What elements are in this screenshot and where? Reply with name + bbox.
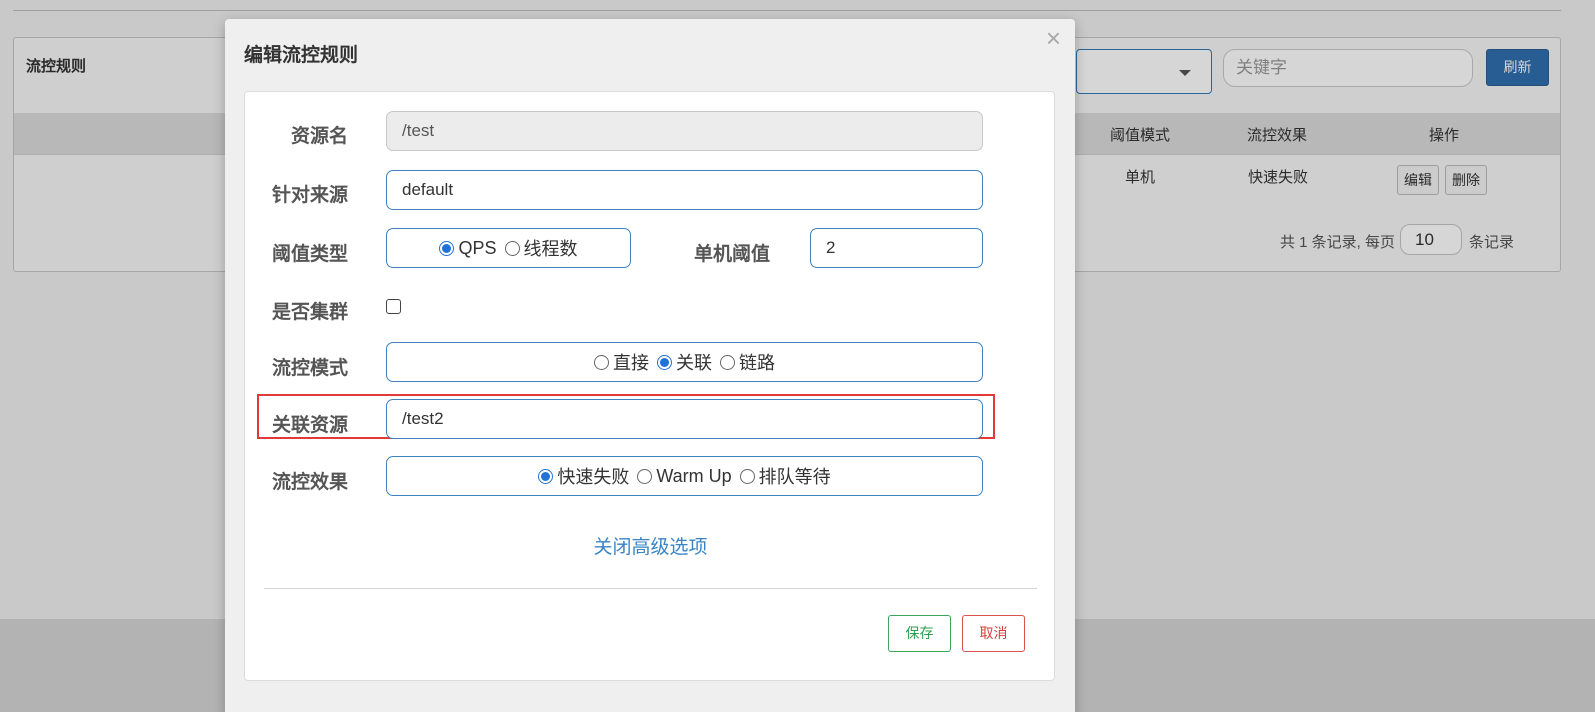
dialog-title: 编辑流控规则 bbox=[244, 45, 359, 66]
cluster-label: 是否集群 bbox=[272, 302, 349, 323]
origin-label: 针对来源 bbox=[272, 185, 349, 206]
radio-direct[interactable]: 直接 bbox=[594, 349, 649, 375]
flow-mode-group: 直接 关联 链路 bbox=[386, 342, 983, 382]
radio-queue[interactable]: 排队等待 bbox=[739, 463, 831, 489]
radio-checked-icon bbox=[657, 354, 672, 370]
radio-unchecked-icon bbox=[504, 240, 520, 256]
related-resource-label: 关联资源 bbox=[272, 415, 349, 436]
edit-flow-rule-dialog: 编辑流控规则 × 资源名 /test 针对来源 default 阈值类型 QPS… bbox=[225, 19, 1075, 712]
close-advanced-options-link[interactable]: 关闭高级选项 bbox=[245, 532, 1056, 559]
radio-threads[interactable]: 线程数 bbox=[504, 235, 578, 261]
origin-input[interactable]: default bbox=[386, 170, 983, 210]
flow-mode-label: 流控模式 bbox=[272, 358, 349, 379]
radio-checked-icon bbox=[439, 240, 455, 256]
radio-warm-up[interactable]: Warm Up bbox=[637, 466, 732, 487]
footer-divider bbox=[264, 588, 1037, 589]
radio-fast-fail[interactable]: 快速失败 bbox=[538, 463, 629, 489]
single-threshold-label: 单机阈值 bbox=[694, 244, 771, 265]
resource-label: 资源名 bbox=[291, 126, 349, 147]
effect-label: 流控效果 bbox=[272, 472, 349, 493]
radio-chain[interactable]: 链路 bbox=[720, 349, 775, 375]
related-resource-input[interactable]: /test2 bbox=[386, 399, 983, 439]
radio-unchecked-icon bbox=[637, 468, 653, 484]
effect-group: 快速失败 Warm Up 排队等待 bbox=[386, 456, 983, 496]
radio-unchecked-icon bbox=[739, 468, 755, 484]
resource-field: /test bbox=[386, 111, 983, 151]
radio-unchecked-icon bbox=[720, 354, 735, 370]
dialog-body: 资源名 /test 针对来源 default 阈值类型 QPS 线程数 单机阈值… bbox=[244, 91, 1055, 681]
radio-related[interactable]: 关联 bbox=[657, 349, 712, 375]
threshold-type-group: QPS 线程数 bbox=[386, 228, 631, 268]
radio-unchecked-icon bbox=[594, 354, 609, 370]
threshold-type-label: 阈值类型 bbox=[272, 244, 349, 265]
save-button[interactable]: 保存 bbox=[888, 615, 951, 652]
radio-checked-icon bbox=[538, 468, 554, 484]
cancel-button[interactable]: 取消 bbox=[962, 615, 1025, 652]
close-icon[interactable]: × bbox=[1046, 25, 1061, 51]
radio-qps[interactable]: QPS bbox=[439, 238, 497, 259]
single-threshold-input[interactable]: 2 bbox=[810, 228, 983, 268]
cluster-checkbox[interactable] bbox=[386, 299, 401, 314]
